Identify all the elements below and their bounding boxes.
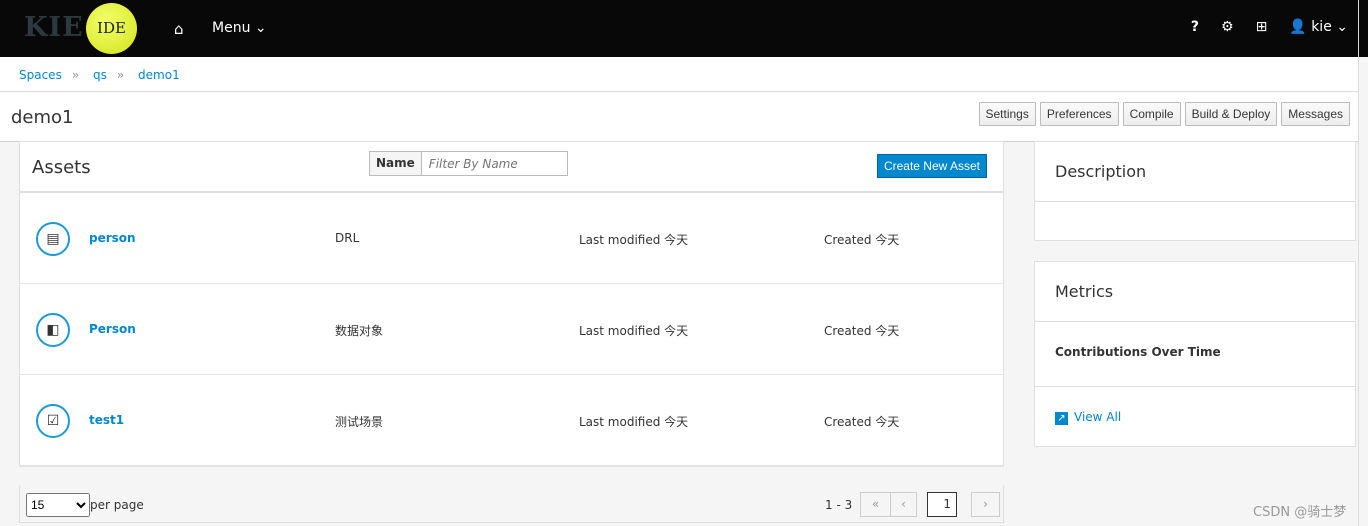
metrics-title: Metrics [1035,262,1355,322]
asset-type: DRL [335,231,360,245]
user-icon: 👤 [1289,19,1307,35]
contributions-title: Contributions Over Time [1035,322,1355,387]
filter-input[interactable] [421,152,567,175]
next-page-button[interactable]: › [971,492,1000,517]
asset-row[interactable]: ☑ test1 测试场景 Last modified 今天 Created 今天 [20,375,1003,466]
messages-button[interactable]: Messages [1281,102,1350,126]
filter-label: Name [370,152,422,175]
preferences-button[interactable]: Preferences [1039,102,1119,126]
breadcrumb: Spaces» qs» demo1 [0,57,1358,92]
asset-name[interactable]: test1 [89,413,124,427]
description-title: Description [1035,142,1355,202]
settings-button[interactable]: Settings [978,102,1036,126]
breadcrumb-demo1[interactable]: demo1 [138,68,180,82]
assets-panel: Assets Name Create New Asset ▤ person DR… [19,141,1004,467]
create-new-asset-button[interactable]: Create New Asset [876,154,987,178]
per-page-label: per page [90,498,144,512]
view-all-link[interactable]: ↗ View All [1035,387,1355,448]
page-range: 1 - 3 [825,498,853,512]
test-scenario-icon: ☑ [36,404,70,438]
filter-group: Name [369,151,568,176]
ide-logo-badge: IDE [86,3,137,54]
briefcase-icon[interactable]: ⊞ [1256,19,1268,35]
asset-created: Created 今天 [824,324,900,338]
external-link-icon: ↗ [1055,412,1068,425]
home-icon[interactable]: ⌂ [174,20,184,38]
page-title: demo1 [11,107,74,128]
data-object-icon: ◧ [36,313,70,347]
title-bar: demo1 Settings Preferences Compile Build… [0,92,1358,142]
top-navbar: KIE IDE ⌂ Menu ⌄ ? ⚙ ⊞ 👤 kie ⌄ [0,0,1358,57]
page-number-input[interactable]: 1 [927,492,957,517]
gear-icon[interactable]: ⚙ [1221,19,1234,35]
build-deploy-button[interactable]: Build & Deploy [1184,102,1278,126]
pagination-bar: 15 per page 1 - 3 « ‹ 1 › [19,486,1004,523]
asset-created: Created 今天 [824,415,900,429]
asset-name[interactable]: person [89,231,136,245]
per-page-select[interactable]: 15 [26,493,90,517]
description-panel: Description [1034,141,1356,241]
compile-button[interactable]: Compile [1122,102,1181,126]
metrics-panel: Metrics Contributions Over Time ↗ View Al… [1034,261,1356,447]
prev-page-button[interactable]: ‹ [890,492,917,517]
asset-type: 数据对象 [335,324,384,338]
kie-logo: KIE [24,12,84,43]
view-all-label: View All [1074,410,1122,424]
breadcrumb-qs[interactable]: qs [93,68,107,82]
asset-row[interactable]: ◧ Person 数据对象 Last modified 今天 Created 今… [20,284,1003,375]
first-page-button[interactable]: « [860,492,891,517]
asset-row[interactable]: ▤ person DRL Last modified 今天 Created 今天 [20,193,1003,284]
asset-type: 测试场景 [335,415,384,429]
help-icon[interactable]: ? [1191,19,1199,35]
drl-file-icon: ▤ [36,222,70,256]
user-menu[interactable]: 👤 kie ⌄ [1289,19,1348,35]
assets-title: Assets [32,157,91,178]
asset-created: Created 今天 [824,233,900,247]
scrollbar[interactable] [1358,0,1368,526]
asset-modified: Last modified 今天 [579,415,689,429]
breadcrumb-spaces[interactable]: Spaces [19,68,62,82]
menu-dropdown[interactable]: Menu ⌄ [212,20,267,36]
asset-name[interactable]: Person [89,322,136,336]
asset-modified: Last modified 今天 [579,233,689,247]
watermark: CSDN @骑士梦 [1253,505,1347,520]
asset-modified: Last modified 今天 [579,324,689,338]
user-name: kie ⌄ [1311,19,1348,35]
